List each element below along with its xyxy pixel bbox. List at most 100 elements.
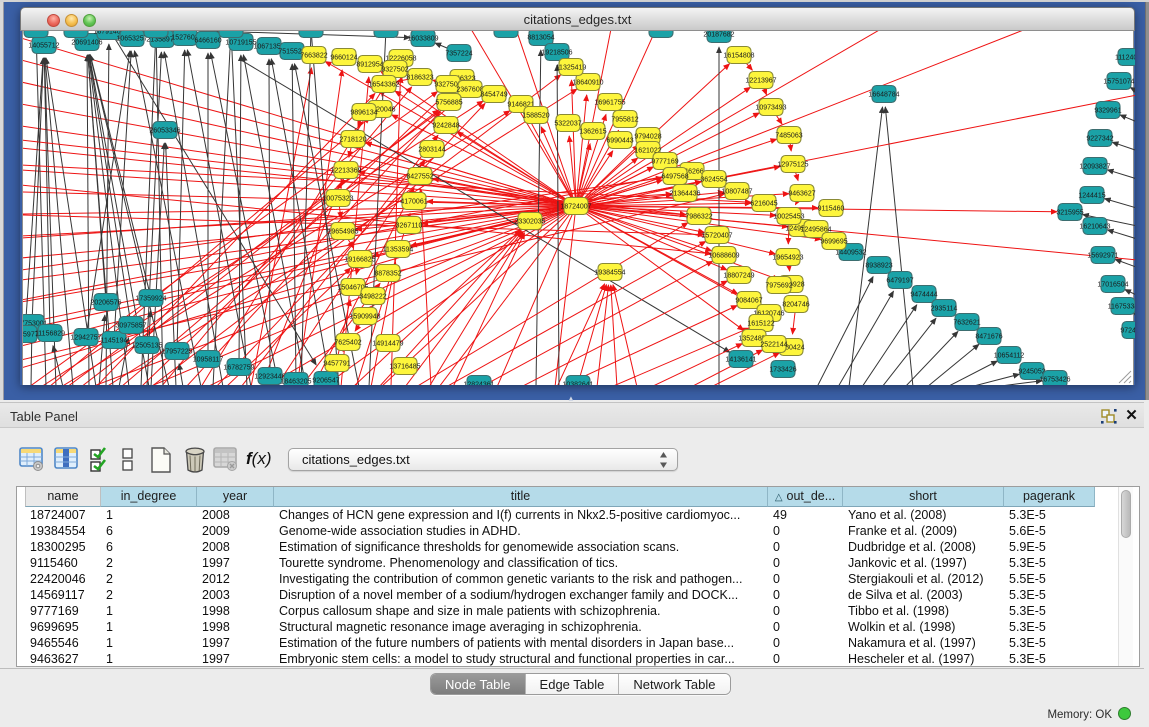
graph-edge[interactable] <box>970 374 1019 385</box>
graph-edge[interactable] <box>1107 230 1135 242</box>
graph-edge[interactable] <box>421 189 431 385</box>
graph-edge[interactable] <box>1112 142 1135 154</box>
table-selector-dropdown[interactable]: citations_edges.txt <box>288 448 678 471</box>
scrollbar-thumb[interactable] <box>1121 490 1131 538</box>
table-row[interactable]: 1456911722003Disruption of a novel membe… <box>25 587 1095 603</box>
table-row[interactable]: 911546021997Tourette syndrome. Phenomeno… <box>25 555 1095 571</box>
table-cell[interactable]: 5.3E-5 <box>1004 507 1095 523</box>
graph-edge[interactable] <box>611 285 617 385</box>
panel-splitter-handle[interactable]: ▲ <box>567 396 581 402</box>
table-cell[interactable]: 5.3E-5 <box>1004 651 1095 667</box>
table-cell[interactable]: Tibbo et al. (1998) <box>843 603 1004 619</box>
table-cell[interactable]: 5.9E-5 <box>1004 539 1095 555</box>
table-cell[interactable]: 1 <box>101 651 197 667</box>
table-cell[interactable]: Franke et al. (2009) <box>843 523 1004 539</box>
graph-edge[interactable] <box>135 51 202 385</box>
table-cell[interactable]: 19384554 <box>25 523 101 539</box>
table-cell[interactable]: 0 <box>768 555 843 571</box>
graph-edge[interactable] <box>311 31 339 385</box>
graph-edge[interactable] <box>353 230 521 385</box>
table-cell[interactable]: 1 <box>101 603 197 619</box>
table-cell[interactable]: 9777169 <box>25 603 101 619</box>
graph-edge[interactable] <box>1107 170 1135 182</box>
table-cell[interactable]: 9115460 <box>25 555 101 571</box>
table-cell[interactable]: Disruption of a novel member of a sodium… <box>274 587 768 603</box>
table-cell[interactable]: Wolkin et al. (1998) <box>843 619 1004 635</box>
row-height-icon[interactable] <box>122 447 134 473</box>
table-cell[interactable]: Dudbridge et al. (2008) <box>843 539 1004 555</box>
table-cell[interactable]: 5.3E-5 <box>1004 555 1095 571</box>
table-row[interactable]: 1938455462009Genome-wide association stu… <box>25 523 1095 539</box>
table-cell[interactable]: 1998 <box>197 603 274 619</box>
table-cell[interactable]: 22420046 <box>25 571 101 587</box>
delete-table-disabled-icon[interactable] <box>213 447 239 472</box>
table-cell[interactable]: 2008 <box>197 539 274 555</box>
table-cell[interactable]: 2 <box>101 571 197 587</box>
graph-edge[interactable] <box>416 223 688 385</box>
graph-edge[interactable] <box>481 261 713 385</box>
graph-edge[interactable] <box>439 206 576 385</box>
graph-edge[interactable] <box>885 107 913 385</box>
graph-edge[interactable] <box>1115 259 1135 271</box>
table-cell[interactable]: 1 <box>101 619 197 635</box>
graph-edge[interactable] <box>561 306 737 386</box>
table-cell[interactable]: 1997 <box>197 635 274 651</box>
table-cell[interactable]: 5.3E-5 <box>1004 587 1095 603</box>
tab-network-table[interactable]: Network Table <box>619 674 729 694</box>
table-cell[interactable]: 2 <box>101 587 197 603</box>
table-cell[interactable]: 18300295 <box>25 539 101 555</box>
close-panel-icon[interactable]: ✕ <box>1124 408 1139 424</box>
window-titlebar[interactable]: citations_edges.txt <box>20 7 1135 31</box>
table-cell[interactable]: Estimation of the future numbers of pati… <box>274 635 768 651</box>
column-header-in-degree[interactable]: in_degree <box>101 487 197 507</box>
table-cell[interactable]: 6 <box>101 523 197 539</box>
network-graph[interactable]: 1405571220691406187914051065325721358971… <box>23 31 1135 385</box>
new-document-icon[interactable] <box>150 447 172 473</box>
table-row[interactable]: 946362711997Embryonic stem cells: a mode… <box>25 651 1095 667</box>
table-panel-header[interactable]: Table Panel ✕ ▲ <box>0 402 1144 428</box>
graph-edge[interactable] <box>838 291 894 385</box>
table-cell[interactable]: 6 <box>101 539 197 555</box>
canvas-resize-grip[interactable] <box>1116 368 1132 384</box>
graph-node[interactable] <box>144 31 168 38</box>
table-cell[interactable]: 1997 <box>197 555 274 571</box>
table-cell[interactable]: 9463627 <box>25 651 101 667</box>
table-cell[interactable]: Investigating the contribution of common… <box>274 571 768 587</box>
graph-node[interactable] <box>649 31 673 38</box>
table-cell[interactable]: 18724007 <box>25 507 101 523</box>
graph-node[interactable] <box>299 31 323 38</box>
graph-node[interactable] <box>64 31 88 38</box>
show-column-icon[interactable] <box>54 447 80 472</box>
graph-edge[interactable] <box>817 277 873 385</box>
graph-edge[interactable] <box>405 231 522 385</box>
graph-edge[interactable] <box>927 344 979 385</box>
graph-edge[interactable] <box>613 285 637 385</box>
graph-node[interactable] <box>374 31 398 38</box>
table-cell[interactable]: 5.3E-5 <box>1004 635 1095 651</box>
graph-edge[interactable] <box>993 381 1042 385</box>
table-row[interactable]: 1830029562008Estimation of significance … <box>25 539 1095 555</box>
table-vertical-scrollbar[interactable] <box>1118 487 1133 666</box>
table-cell[interactable]: 14569117 <box>25 587 101 603</box>
table-cell[interactable]: Embryonic stem cells: a model to study s… <box>274 651 768 667</box>
graph-node[interactable] <box>24 31 48 38</box>
delete-icon[interactable] <box>183 447 207 473</box>
graph-edge[interactable] <box>1134 313 1135 322</box>
graph-edge[interactable] <box>905 331 958 385</box>
table-cell[interactable]: 0 <box>768 619 843 635</box>
table-cell[interactable]: 0 <box>768 651 843 667</box>
table-cell[interactable]: 5.3E-5 <box>1004 603 1095 619</box>
graph-edge[interactable] <box>89 55 131 325</box>
graph-edge[interactable] <box>1105 199 1136 211</box>
column-header-year[interactable]: year <box>197 487 274 507</box>
table-cell[interactable]: 5.6E-5 <box>1004 523 1095 539</box>
table-row[interactable]: 2242004622012Investigating the contribut… <box>25 571 1095 587</box>
table-cell[interactable]: Hescheler et al. (1997) <box>843 651 1004 667</box>
table-cell[interactable]: Yano et al. (2008) <box>843 507 1004 523</box>
table-cell[interactable]: 2009 <box>197 523 274 539</box>
graph-edge[interactable] <box>213 31 231 385</box>
column-header-name[interactable]: name <box>25 487 101 507</box>
table-cell[interactable]: 2 <box>101 555 197 571</box>
graph-edge[interactable] <box>269 59 270 376</box>
table-cell[interactable]: Stergiakouli et al. (2012) <box>843 571 1004 587</box>
